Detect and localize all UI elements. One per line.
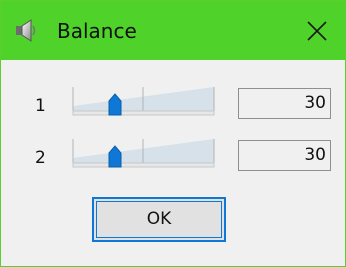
title-bar: Balance — [1, 1, 345, 60]
channel-2-label: 2 — [35, 148, 46, 168]
balance-dialog: Balance 1 30 2 30 OK — [0, 0, 346, 267]
channel-2-value-field[interactable]: 30 — [238, 140, 331, 171]
focus-ring — [96, 201, 222, 238]
channel-1-label: 1 — [35, 96, 46, 116]
ok-button[interactable]: OK — [92, 197, 226, 242]
channel-1-slider[interactable] — [72, 86, 215, 116]
slider-track — [72, 87, 215, 116]
speaker-icon — [16, 19, 36, 42]
channel-2-slider-thumb[interactable] — [108, 145, 122, 168]
channel-2-slider[interactable] — [72, 138, 215, 168]
channel-1-slider-thumb[interactable] — [108, 93, 122, 116]
slider-track — [72, 139, 215, 168]
channel-1-value-field[interactable]: 30 — [238, 88, 331, 119]
close-button[interactable] — [289, 1, 345, 60]
close-icon — [307, 21, 327, 41]
window-title: Balance — [57, 19, 137, 43]
